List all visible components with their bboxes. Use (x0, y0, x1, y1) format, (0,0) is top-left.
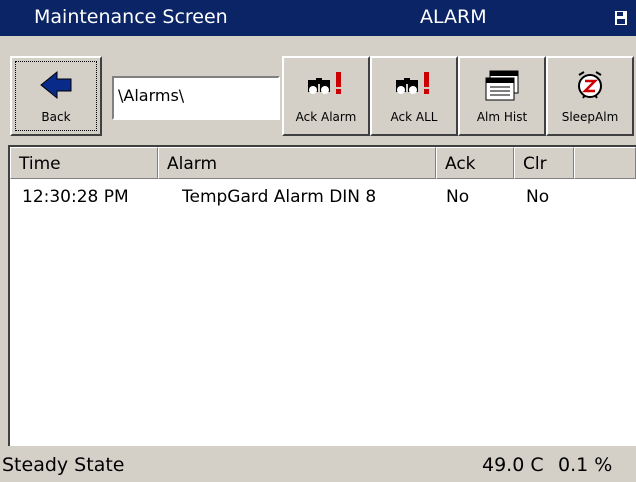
system-state: Steady State (2, 454, 125, 476)
window-title: Maintenance Screen (34, 6, 228, 28)
binoculars-alert-icon (396, 72, 429, 94)
history-window-icon (485, 70, 519, 101)
row-time: 12:30:28 PM (22, 187, 129, 207)
status-bar: Steady State 49.0 C 0.1 % (0, 446, 636, 482)
back-button[interactable]: Back (10, 56, 102, 136)
back-button-label: Back (41, 110, 71, 124)
row-clr: No (526, 187, 550, 207)
back-arrow-icon (40, 70, 72, 100)
alarm-table: Time Alarm Ack Clr 12:30:28 PM TempGard … (8, 145, 636, 446)
ack-all-label: Ack ALL (390, 110, 438, 124)
percent-readout: 0.1 % (558, 454, 613, 476)
binoculars-alert-icon (308, 72, 341, 94)
column-header-alarm[interactable]: Alarm (158, 147, 436, 179)
column-header-blank[interactable] (574, 147, 636, 179)
column-header-time[interactable]: Time (10, 147, 158, 179)
mode-label: ALARM (420, 6, 487, 28)
temperature-readout: 49.0 C (482, 454, 544, 476)
table-row[interactable]: 12:30:28 PM TempGard Alarm DIN 8 No No (10, 183, 636, 211)
ack-all-button[interactable]: Ack ALL (370, 56, 458, 136)
title-bar: Maintenance Screen ALARM (0, 0, 636, 36)
sleep-alarm-button[interactable]: SleepAlm (546, 56, 634, 136)
ack-alarm-label: Ack Alarm (295, 110, 357, 124)
column-header-ack[interactable]: Ack (436, 147, 514, 179)
ack-alarm-button[interactable]: Ack Alarm (282, 56, 370, 136)
sleep-alarm-label: SleepAlm (561, 110, 619, 124)
row-alarm: TempGard Alarm DIN 8 (182, 187, 377, 207)
column-header-clr[interactable]: Clr (514, 147, 574, 179)
alarm-clock-icon (578, 71, 602, 99)
alarm-history-button[interactable]: Alm Hist (458, 56, 546, 136)
save-icon[interactable] (614, 10, 628, 26)
path-field[interactable]: \Alarms\ (112, 76, 280, 120)
alarm-history-label: Alm Hist (476, 110, 528, 124)
row-ack: No (446, 187, 470, 207)
